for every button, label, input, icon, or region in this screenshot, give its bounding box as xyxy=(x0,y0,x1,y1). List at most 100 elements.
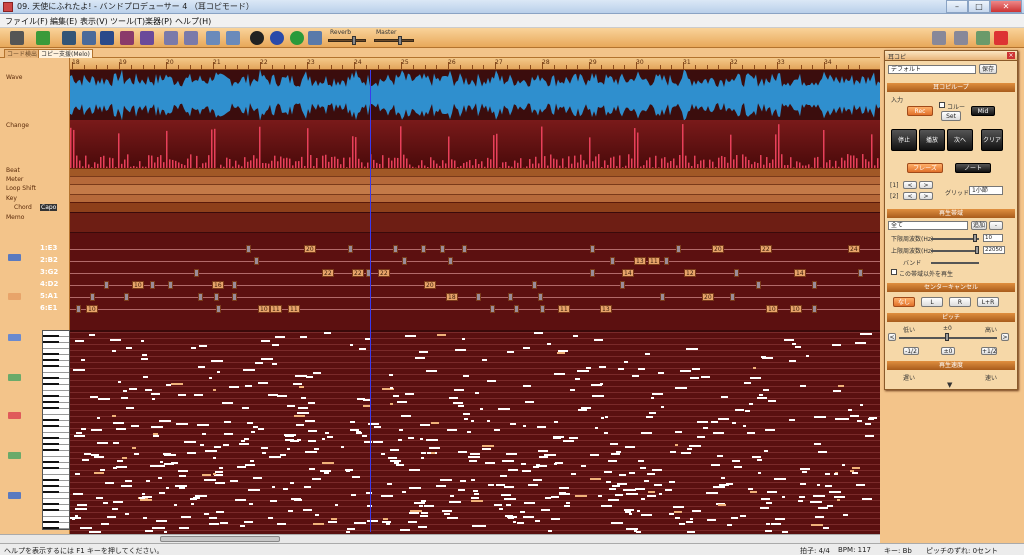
band-remove-button[interactable]: - xyxy=(989,221,1003,230)
roll-note[interactable] xyxy=(308,402,315,404)
roll-note[interactable] xyxy=(713,432,724,434)
fret-note[interactable]: 16 xyxy=(212,281,224,289)
roll-note[interactable] xyxy=(498,408,510,410)
roll-note[interactable] xyxy=(381,453,385,455)
roll-note[interactable] xyxy=(558,350,568,352)
roll-note[interactable] xyxy=(659,493,662,495)
roll-note[interactable] xyxy=(504,486,514,488)
center-cancel-header[interactable]: センターキャンセル xyxy=(887,283,1015,292)
roll-note[interactable] xyxy=(563,440,574,442)
roll-note[interactable] xyxy=(250,460,254,462)
band-add-button[interactable]: 追加 xyxy=(971,221,987,230)
stop-button[interactable]: 停止 xyxy=(891,129,917,151)
roll-note[interactable] xyxy=(800,468,810,470)
tab-copy-assist[interactable]: コピー支援(Melo) xyxy=(38,49,93,58)
tool-icon[interactable] xyxy=(932,31,946,45)
fret-note[interactable]: 20 xyxy=(304,245,316,253)
roll-note[interactable] xyxy=(829,491,841,493)
roll-note[interactable] xyxy=(308,440,316,442)
roll-note[interactable] xyxy=(680,370,691,372)
cc-left-button[interactable]: L xyxy=(921,297,943,307)
fret-note[interactable] xyxy=(254,257,259,265)
roll-note[interactable] xyxy=(152,398,155,400)
roll-note[interactable] xyxy=(764,450,768,452)
roll-note[interactable] xyxy=(77,504,87,506)
roll-note[interactable] xyxy=(501,494,511,496)
roll-note[interactable] xyxy=(75,473,80,475)
roll-note[interactable] xyxy=(810,501,822,503)
roll-note[interactable] xyxy=(184,441,196,443)
roll-note[interactable] xyxy=(450,495,454,497)
fret-note[interactable] xyxy=(393,245,398,253)
roll-note[interactable] xyxy=(112,508,118,510)
roll-note[interactable] xyxy=(89,531,101,533)
roll-note[interactable] xyxy=(638,460,644,462)
row2-right-button[interactable]: > xyxy=(919,192,933,200)
roll-note[interactable] xyxy=(766,502,772,504)
roll-note[interactable] xyxy=(305,420,315,422)
roll-note[interactable] xyxy=(735,409,744,411)
roll-note[interactable] xyxy=(765,530,772,532)
fret-note[interactable] xyxy=(538,293,543,301)
high-cut-field[interactable]: 22050 xyxy=(983,246,1005,254)
roll-note[interactable] xyxy=(373,441,383,443)
roll-note[interactable] xyxy=(686,521,693,523)
roll-note[interactable] xyxy=(388,457,397,459)
roll-note[interactable] xyxy=(611,453,620,455)
roll-note[interactable] xyxy=(554,463,557,465)
roll-note[interactable] xyxy=(258,428,264,430)
roll-note[interactable] xyxy=(96,497,103,499)
roll-note[interactable] xyxy=(833,390,841,392)
roll-note[interactable] xyxy=(146,480,150,482)
roll-note[interactable] xyxy=(393,395,399,397)
roll-note[interactable] xyxy=(212,523,219,525)
roll-note[interactable] xyxy=(661,406,664,408)
roll-note[interactable] xyxy=(767,491,777,493)
roll-note[interactable] xyxy=(520,511,525,513)
roll-note[interactable] xyxy=(229,386,239,388)
harmony-tag[interactable] xyxy=(8,452,21,459)
roll-note[interactable] xyxy=(537,426,546,428)
playhead[interactable] xyxy=(370,70,371,532)
roll-note[interactable] xyxy=(675,444,678,446)
scrollbar-thumb[interactable] xyxy=(160,536,280,542)
roll-note[interactable] xyxy=(690,518,693,520)
roll-note[interactable] xyxy=(551,496,559,498)
roll-note[interactable] xyxy=(606,481,611,483)
roll-note[interactable] xyxy=(74,435,85,437)
roll-note[interactable] xyxy=(455,349,466,351)
fret-note[interactable] xyxy=(514,305,519,313)
roll-note[interactable] xyxy=(322,462,334,464)
roll-note[interactable] xyxy=(718,418,729,420)
roll-note[interactable] xyxy=(651,397,654,399)
roll-note[interactable] xyxy=(458,489,465,491)
roll-note[interactable] xyxy=(398,439,402,441)
roll-note[interactable] xyxy=(447,517,458,519)
roll-note[interactable] xyxy=(611,522,623,524)
roll-note[interactable] xyxy=(126,347,132,349)
roll-note[interactable] xyxy=(554,421,558,423)
zoom-in-icon[interactable] xyxy=(206,31,220,45)
roll-note[interactable] xyxy=(757,397,767,399)
roll-note[interactable] xyxy=(328,521,337,523)
roll-note[interactable] xyxy=(763,389,769,391)
roll-note[interactable] xyxy=(689,445,701,447)
cc-none-button[interactable]: なし xyxy=(893,297,915,307)
loop-icon[interactable] xyxy=(308,31,322,45)
fret-note[interactable] xyxy=(610,257,615,265)
roll-note[interactable] xyxy=(367,520,378,522)
link-icon[interactable] xyxy=(954,31,968,45)
roll-note[interactable] xyxy=(564,505,570,507)
roll-note[interactable] xyxy=(174,504,177,506)
roll-note[interactable] xyxy=(834,473,838,475)
roll-note[interactable] xyxy=(313,372,321,374)
roll-note[interactable] xyxy=(513,521,516,523)
roll-note[interactable] xyxy=(766,523,770,525)
roll-note[interactable] xyxy=(599,366,606,368)
roll-note[interactable] xyxy=(275,336,285,338)
fret-note[interactable] xyxy=(590,245,595,253)
roll-note[interactable] xyxy=(145,530,153,532)
fret-note[interactable] xyxy=(756,281,761,289)
roll-note[interactable] xyxy=(125,513,129,515)
roll-note[interactable] xyxy=(818,451,827,453)
